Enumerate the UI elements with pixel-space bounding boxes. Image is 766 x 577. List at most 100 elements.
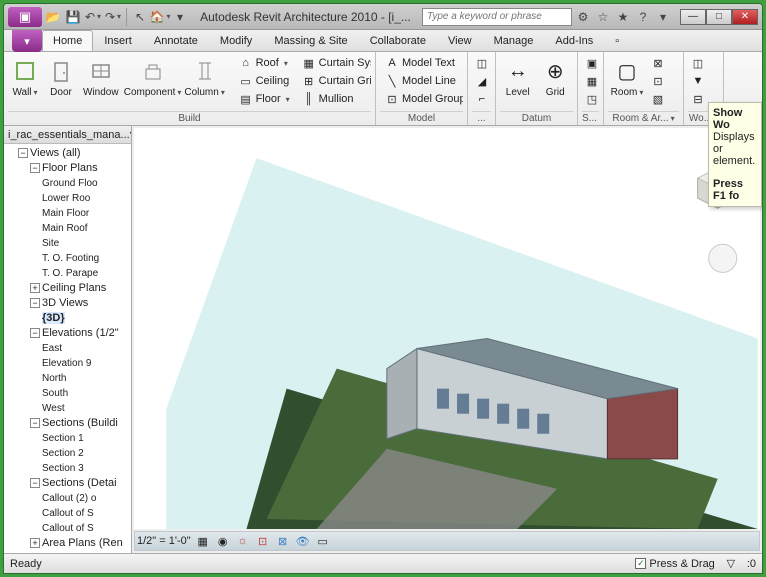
- collapse-icon[interactable]: −: [30, 298, 40, 308]
- collapse-icon[interactable]: −: [18, 148, 28, 158]
- app-menu-button[interactable]: ▾: [12, 30, 42, 52]
- circ-btn2[interactable]: ◢: [472, 72, 491, 90]
- expand-icon[interactable]: +: [30, 283, 40, 293]
- model-graphics-icon[interactable]: ◉: [215, 533, 231, 549]
- collapse-icon[interactable]: −: [30, 478, 40, 488]
- component-button[interactable]: Component: [124, 54, 182, 101]
- filter-icon[interactable]: ▽: [723, 556, 739, 572]
- wo-btn3[interactable]: ⊟: [688, 90, 708, 108]
- tree-item[interactable]: Main Roof: [42, 221, 129, 236]
- 3d-canvas[interactable]: [134, 128, 760, 529]
- floor-button[interactable]: ▤Floor: [234, 90, 295, 108]
- collapse-icon[interactable]: −: [30, 418, 40, 428]
- roof-button[interactable]: ⌂Roof: [234, 54, 295, 72]
- view-scale[interactable]: 1/2" = 1'-0": [137, 535, 191, 547]
- save-icon[interactable]: 💾: [64, 8, 82, 26]
- tree-item[interactable]: Callout (2) o: [42, 491, 129, 506]
- tab-extra-icon[interactable]: ▫: [604, 30, 630, 51]
- shadows-icon[interactable]: ☼: [235, 533, 251, 549]
- tree-item[interactable]: Callout of S: [42, 521, 129, 536]
- model-text-button[interactable]: AModel Text: [380, 54, 463, 72]
- modify-icon[interactable]: ↖: [131, 8, 149, 26]
- qat-dropdown-icon[interactable]: ▾: [171, 8, 189, 26]
- wo-btn1[interactable]: ◫: [688, 54, 708, 72]
- model-group-button[interactable]: ⊡Model Group: [380, 90, 463, 108]
- redo-icon[interactable]: ↷: [104, 8, 122, 26]
- tree-item[interactable]: Site: [42, 236, 129, 251]
- tree-item[interactable]: North: [42, 371, 129, 386]
- tree-item[interactable]: Main Floor: [42, 206, 129, 221]
- window-button[interactable]: Window: [80, 54, 122, 101]
- tree-area[interactable]: Area Plans (Ren: [42, 537, 123, 549]
- tab-annotate[interactable]: Annotate: [143, 30, 209, 51]
- app-menu-icon[interactable]: ▣: [8, 7, 42, 27]
- level-button[interactable]: ↔Level: [500, 54, 536, 101]
- tree-sections-b[interactable]: Sections (Buildi: [42, 417, 118, 429]
- s-btn1[interactable]: ▣: [582, 54, 599, 72]
- undo-icon[interactable]: ↶: [84, 8, 102, 26]
- reveal-icon[interactable]: ▭: [315, 533, 331, 549]
- subscription-icon[interactable]: ⚙: [574, 8, 592, 26]
- s-btn3[interactable]: ◳: [582, 90, 599, 108]
- crop-icon[interactable]: ⊡: [255, 533, 271, 549]
- project-tree[interactable]: −Views (all) −Floor Plans Ground FlooLow…: [4, 144, 131, 553]
- ceiling-button[interactable]: ▭Ceiling: [234, 72, 295, 90]
- panel-label[interactable]: Room & Ar...: [608, 111, 679, 125]
- crop-region-icon[interactable]: ⊠: [275, 533, 291, 549]
- tree-item[interactable]: West: [42, 401, 129, 416]
- room-button[interactable]: ▢Room: [608, 54, 646, 101]
- comm-icon[interactable]: ☆: [594, 8, 612, 26]
- collapse-icon[interactable]: −: [30, 328, 40, 338]
- tree-item[interactable]: Elevation 9: [42, 356, 129, 371]
- favorites-icon[interactable]: ★: [614, 8, 632, 26]
- curtain-system-button[interactable]: ▦Curtain System: [297, 54, 371, 72]
- tree-item[interactable]: T. O. Footing: [42, 251, 129, 266]
- tree-item[interactable]: T. O. Parape: [42, 266, 129, 281]
- tree-item[interactable]: Ground Floo: [42, 176, 129, 191]
- wall-button[interactable]: Wall: [8, 54, 42, 101]
- curtain-grid-button[interactable]: ⊞Curtain Grid: [297, 72, 371, 90]
- tab-insert[interactable]: Insert: [93, 30, 143, 51]
- search-input[interactable]: [422, 8, 572, 26]
- s-btn2[interactable]: ▦: [582, 72, 599, 90]
- tree-item[interactable]: Lower Roo: [42, 191, 129, 206]
- circ-btn1[interactable]: ◫: [472, 54, 491, 72]
- tree-views[interactable]: Views (all): [30, 147, 81, 159]
- help-dropdown-icon[interactable]: ▾: [654, 8, 672, 26]
- open-icon[interactable]: 📂: [44, 8, 62, 26]
- tree-ceiling[interactable]: Ceiling Plans: [42, 282, 106, 294]
- tab-modify[interactable]: Modify: [209, 30, 263, 51]
- mullion-button[interactable]: ║Mullion: [297, 90, 371, 108]
- tree-elevations[interactable]: Elevations (1/2": [42, 327, 119, 339]
- collapse-icon[interactable]: −: [30, 163, 40, 173]
- column-button[interactable]: Column: [184, 54, 226, 101]
- room-sep-button[interactable]: ⊠: [648, 54, 668, 72]
- tab-massing[interactable]: Massing & Site: [263, 30, 358, 51]
- maximize-button[interactable]: □: [706, 9, 732, 25]
- door-button[interactable]: Door: [44, 54, 78, 101]
- tree-item[interactable]: Section 3: [42, 461, 129, 476]
- circ-btn3[interactable]: ⌐: [472, 90, 491, 108]
- detail-level-icon[interactable]: ▦: [195, 533, 211, 549]
- close-button[interactable]: ✕: [732, 9, 758, 25]
- panel-label[interactable]: S...: [582, 111, 599, 125]
- help-icon[interactable]: ?: [634, 8, 652, 26]
- tree-3d-current[interactable]: {3D}: [42, 312, 65, 324]
- area-button[interactable]: ▧: [648, 90, 668, 108]
- tree-sections-d[interactable]: Sections (Detai: [42, 477, 117, 489]
- press-drag-toggle[interactable]: ✓ Press & Drag: [635, 558, 714, 570]
- tree-item[interactable]: Section 2: [42, 446, 129, 461]
- tree-floor-plans[interactable]: Floor Plans: [42, 162, 98, 174]
- tab-home[interactable]: Home: [42, 30, 93, 51]
- hide-icon[interactable]: 👁: [295, 533, 311, 549]
- tree-3d-views[interactable]: 3D Views: [42, 297, 88, 309]
- model-line-button[interactable]: ╲Model Line: [380, 72, 463, 90]
- 3d-view-icon[interactable]: 🏠: [151, 8, 169, 26]
- tab-view[interactable]: View: [437, 30, 483, 51]
- tree-item[interactable]: East: [42, 341, 129, 356]
- grid-button[interactable]: ⊕Grid: [538, 54, 574, 101]
- tag-room-button[interactable]: ⊡: [648, 72, 668, 90]
- wo-btn2[interactable]: ▼: [688, 72, 708, 90]
- tab-collaborate[interactable]: Collaborate: [359, 30, 437, 51]
- expand-icon[interactable]: +: [30, 538, 40, 548]
